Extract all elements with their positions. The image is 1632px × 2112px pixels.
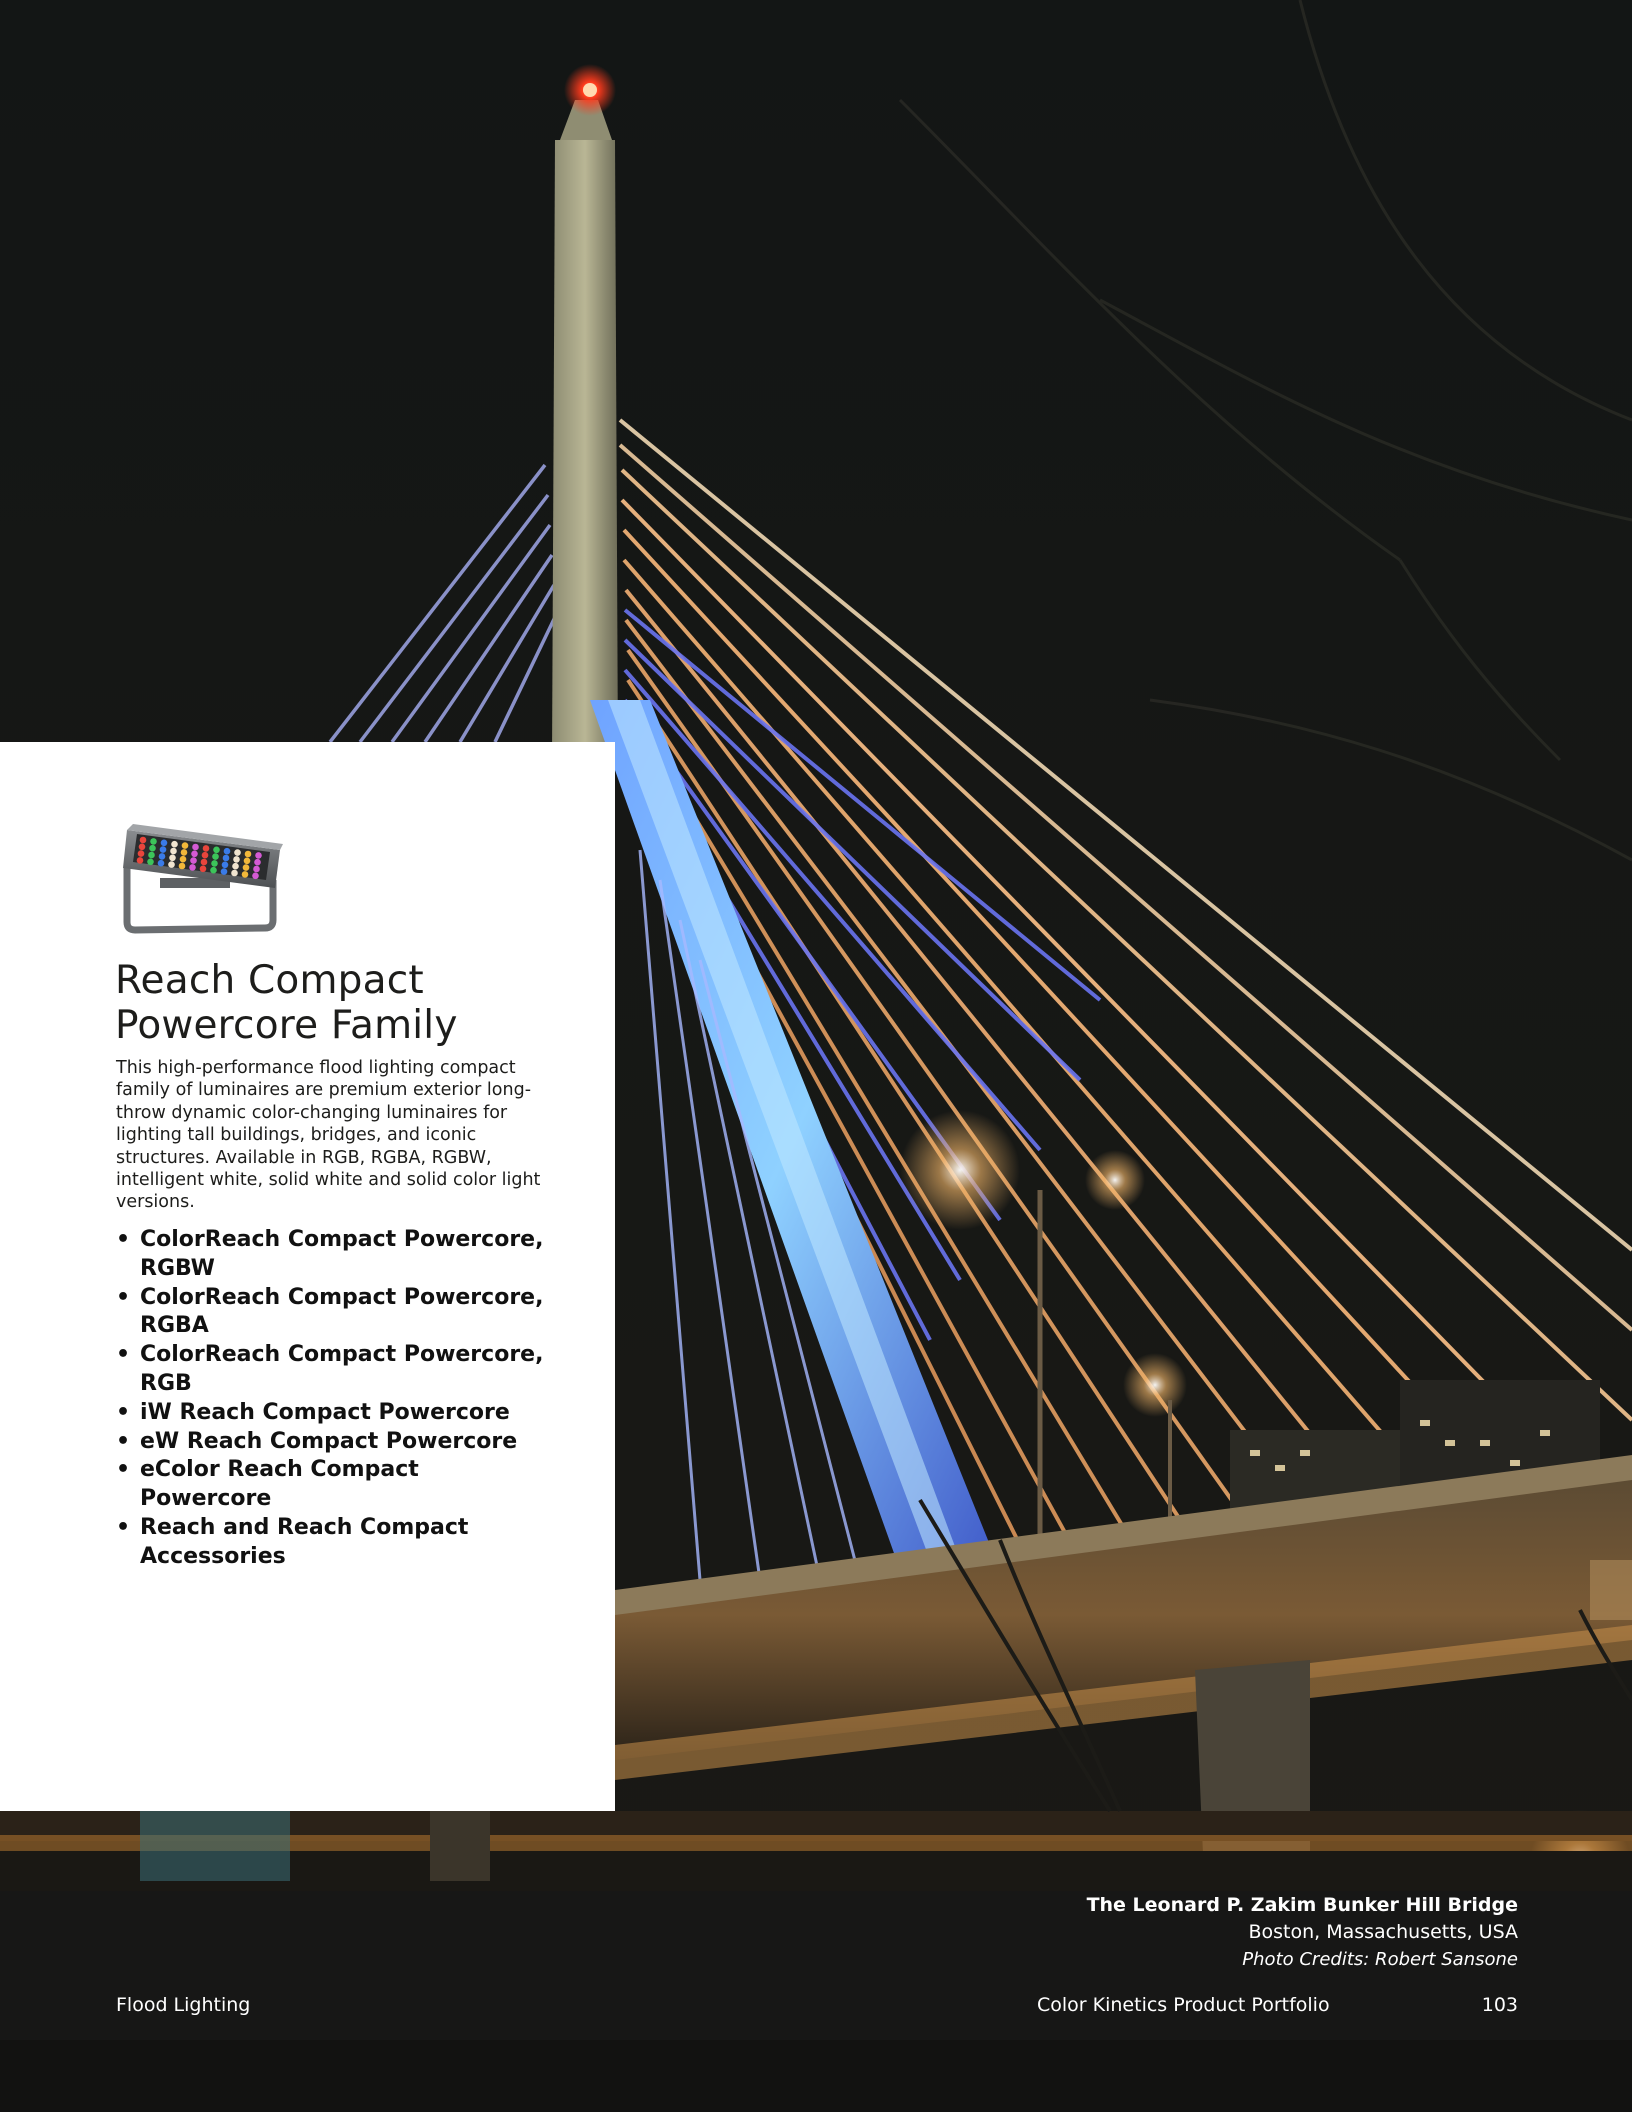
led-dot: [148, 851, 155, 859]
led-dot: [168, 861, 175, 868]
variant-list-item: • eW Reach Compact Powercore: [116, 1428, 556, 1457]
led-dot: [160, 839, 168, 847]
led-dot: [242, 864, 250, 871]
bullet-icon: •: [116, 1514, 131, 1540]
led-dot: [169, 854, 176, 862]
led-dot: [213, 846, 220, 854]
page-number: 103: [1481, 1994, 1518, 2016]
led-dot: [254, 858, 261, 866]
led-dot: [139, 836, 147, 844]
led-dot: [253, 865, 260, 873]
caption-credit: Photo Credits: Robert Sansone: [1242, 1949, 1518, 1970]
caption-location: Boston, Massachusetts, USA: [1248, 1921, 1518, 1943]
led-dot: [159, 846, 167, 853]
led-dot: [199, 865, 207, 873]
led-dot: [210, 866, 217, 874]
variant-name: iW Reach Compact Powercore: [140, 1399, 510, 1425]
led-dot: [170, 847, 177, 855]
variant-list-item: • iW Reach Compact Powercore: [116, 1399, 556, 1428]
variant-list-item: • eColor Reach Compact Powercore: [116, 1456, 556, 1514]
variant-name: ColorReach Compact Powercore, RGBW: [140, 1227, 544, 1281]
variant-list-item: • ColorReach Compact Powercore, RGBA: [116, 1284, 556, 1342]
caption-title: The Leonard P. Zakim Bunker Hill Bridge: [1086, 1894, 1518, 1916]
led-dot: [147, 858, 154, 866]
bullet-icon: •: [116, 1342, 131, 1368]
led-dot: [171, 840, 178, 848]
variant-list-item: • ColorReach Compact Powercore, RGB: [116, 1341, 556, 1399]
product-family-title: Reach Compact Powercore Family: [115, 958, 585, 1048]
variant-name: Reach and Reach Compact Accessories: [140, 1514, 469, 1569]
led-dot: [178, 862, 186, 870]
led-dot: [202, 845, 210, 852]
led-dot: [243, 857, 251, 865]
led-dot: [181, 842, 189, 849]
led-dot: [212, 853, 219, 860]
led-dot: [138, 843, 146, 851]
led-dot: [221, 861, 229, 869]
variant-name: ColorReach Compact Powercore, RGB: [140, 1342, 544, 1396]
led-dot: [220, 868, 228, 875]
bullet-icon: •: [116, 1227, 131, 1252]
led-dot: [190, 857, 197, 864]
variant-name: eColor Reach Compact Powercore: [140, 1457, 419, 1512]
bullet-icon: •: [116, 1457, 131, 1483]
led-dot: [200, 858, 208, 866]
led-dot: [252, 872, 259, 880]
title-line-2: Powercore Family: [115, 1003, 458, 1048]
led-dot: [179, 855, 187, 863]
bullet-icon: •: [116, 1399, 131, 1425]
variant-list-item: • ColorReach Compact Powercore, RGBW: [116, 1226, 556, 1284]
led-dot: [233, 856, 240, 863]
led-dot: [222, 854, 230, 862]
led-dot: [189, 864, 196, 871]
led-dot: [211, 860, 218, 867]
led-dot: [158, 853, 166, 860]
product-variant-list: • ColorReach Compact Powercore, RGBW • Colo…: [116, 1226, 556, 1572]
led-dot: [241, 871, 249, 878]
led-dot: [180, 849, 188, 856]
photo-caption: The Leonard P. Zakim Bunker Hill Bridge …: [1087, 1892, 1518, 1973]
led-dot: [149, 844, 156, 852]
flood-luminaire-image: [123, 824, 283, 934]
bullet-icon: •: [116, 1428, 131, 1454]
led-dot: [137, 850, 145, 857]
led-dot: [232, 862, 239, 870]
brochure-page: Reach Compact Powercore Family This high…: [0, 0, 1632, 2112]
title-line-1: Reach Compact: [115, 958, 424, 1003]
led-dot: [150, 838, 157, 845]
led-dot: [191, 850, 198, 858]
led-dot: [234, 849, 241, 856]
led-dot: [201, 851, 209, 859]
product-description: This high-performance flood lighting com…: [116, 1058, 541, 1213]
footer-publication-name: Color Kinetics Product Portfolio: [1037, 1994, 1330, 2016]
led-dot: [157, 859, 165, 867]
led-dot: [244, 850, 252, 858]
bullet-icon: •: [116, 1284, 131, 1310]
led-dot: [223, 847, 231, 855]
led-dot: [231, 869, 238, 877]
variant-name: eW Reach Compact Powercore: [140, 1428, 518, 1454]
footer-section-name: Flood Lighting: [116, 1994, 251, 2016]
variant-name: ColorReach Compact Powercore, RGBA: [140, 1284, 544, 1339]
led-dot: [192, 843, 199, 851]
variant-list-item: • Reach and Reach Compact Accessories: [116, 1514, 556, 1572]
led-dot: [255, 852, 262, 859]
led-dot: [136, 857, 144, 864]
